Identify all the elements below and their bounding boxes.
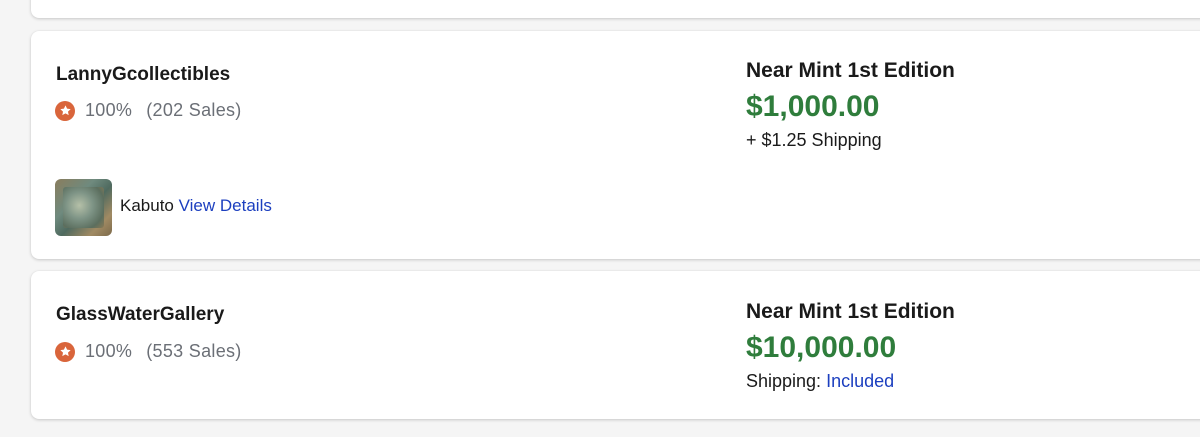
view-details-link[interactable]: View Details bbox=[179, 196, 272, 215]
condition-label: Near Mint 1st Edition bbox=[746, 59, 955, 82]
sales-count: (202 Sales) bbox=[146, 100, 242, 120]
seller-rating: 100% (202 Sales) bbox=[55, 100, 242, 121]
star-badge-icon bbox=[55, 100, 75, 121]
shipping-label: Shipping: bbox=[746, 371, 822, 391]
condition-label: Near Mint 1st Edition bbox=[746, 300, 955, 323]
seller-name[interactable]: LannyGcollectibles bbox=[56, 64, 230, 86]
previous-listing-card bbox=[31, 0, 1200, 18]
shipping-info: Shipping: Included bbox=[746, 371, 894, 392]
card-thumbnail[interactable] bbox=[55, 179, 112, 236]
star-badge-icon bbox=[55, 341, 75, 362]
listing-name: Kabuto bbox=[120, 196, 174, 215]
seller-name[interactable]: GlassWaterGallery bbox=[56, 304, 224, 326]
shipping-cost: + $1.25 Shipping bbox=[746, 130, 882, 150]
price: $1,000.00 bbox=[746, 90, 880, 123]
rating-percent: 100% bbox=[85, 341, 133, 361]
listing-card: LannyGcollectibles 100% (202 Sales) Kabu… bbox=[31, 31, 1200, 259]
price: $10,000.00 bbox=[746, 331, 897, 364]
sales-count: (553 Sales) bbox=[146, 341, 242, 361]
shipping-included-link[interactable]: Included bbox=[826, 371, 894, 391]
listing-card: GlassWaterGallery 100% (553 Sales) Near … bbox=[31, 271, 1200, 419]
listing-info: Kabuto View Details bbox=[120, 196, 272, 216]
rating-percent: 100% bbox=[85, 100, 133, 120]
seller-rating: 100% (553 Sales) bbox=[55, 341, 242, 362]
